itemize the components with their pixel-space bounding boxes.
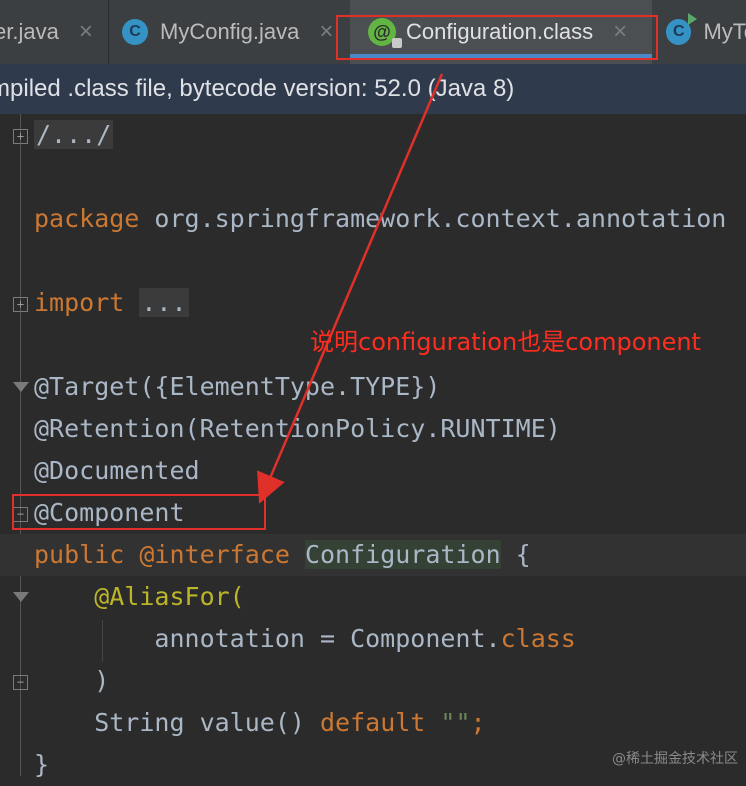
annotation-note: 说明configuration也是component: [310, 328, 701, 356]
watermark: @稀土掘金技术社区: [612, 751, 738, 767]
annotation-arrow: [257, 73, 444, 504]
